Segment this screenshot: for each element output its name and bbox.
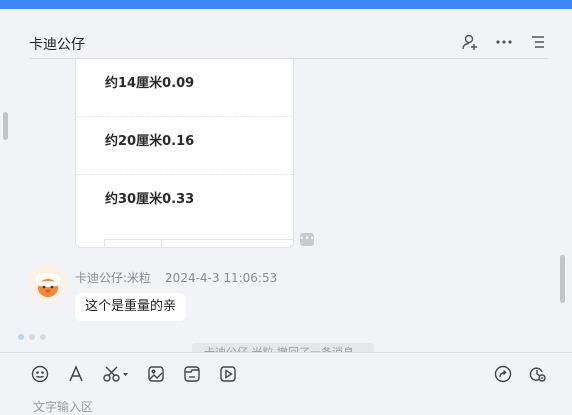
avatar[interactable] <box>29 265 67 303</box>
message-time: 2024-4-3 11:06:53 <box>165 271 278 285</box>
more-icon[interactable] <box>494 32 514 52</box>
message-more-icon[interactable]: ••• <box>299 233 315 246</box>
card-row[interactable]: 约14厘米0.09 <box>76 59 293 117</box>
left-scrollbar[interactable] <box>3 112 8 140</box>
share-icon[interactable] <box>492 363 514 385</box>
message-input[interactable]: 文字输入区 <box>33 398 93 415</box>
add-user-icon[interactable] <box>460 32 480 52</box>
scissors-icon[interactable] <box>101 363 131 385</box>
window-top-bar <box>0 0 572 9</box>
toolbar-left <box>29 363 239 385</box>
header-actions <box>460 32 548 52</box>
message-meta: 卡迪公仔:米粒 2024-4-3 11:06:53 <box>75 269 277 286</box>
card-footer-tab[interactable] <box>161 239 293 247</box>
message-bubble[interactable]: 这个是重量的亲 <box>75 293 187 321</box>
card-footer <box>76 239 293 247</box>
file-icon[interactable] <box>181 363 203 385</box>
video-icon[interactable] <box>217 363 239 385</box>
emoji-icon[interactable] <box>29 363 51 385</box>
sender-name: 卡迪公仔:米粒 <box>75 271 152 285</box>
chat-title: 卡迪公仔 <box>29 37 85 53</box>
toolbar-right <box>492 363 548 385</box>
card-footer-tab[interactable] <box>104 239 163 247</box>
history-icon[interactable] <box>526 363 548 385</box>
list-icon[interactable] <box>528 32 548 52</box>
price-card: 约14厘米0.09 约20厘米0.16 约30厘米0.33 <box>75 59 294 248</box>
chat-header: 卡迪公仔 <box>29 28 548 59</box>
font-icon[interactable] <box>65 363 87 385</box>
chat-scrollbar[interactable] <box>560 255 565 303</box>
typing-indicator <box>18 334 46 340</box>
input-toolbar: 文字输入区 <box>0 352 572 414</box>
card-row-label: 约14厘米0.09 <box>105 76 195 91</box>
card-row[interactable]: 约30厘米0.33 <box>76 175 293 233</box>
card-row-label: 约30厘米0.33 <box>105 192 195 207</box>
image-icon[interactable] <box>145 363 167 385</box>
card-row[interactable]: 约20厘米0.16 <box>76 117 293 175</box>
card-row-label: 约20厘米0.16 <box>105 134 195 149</box>
